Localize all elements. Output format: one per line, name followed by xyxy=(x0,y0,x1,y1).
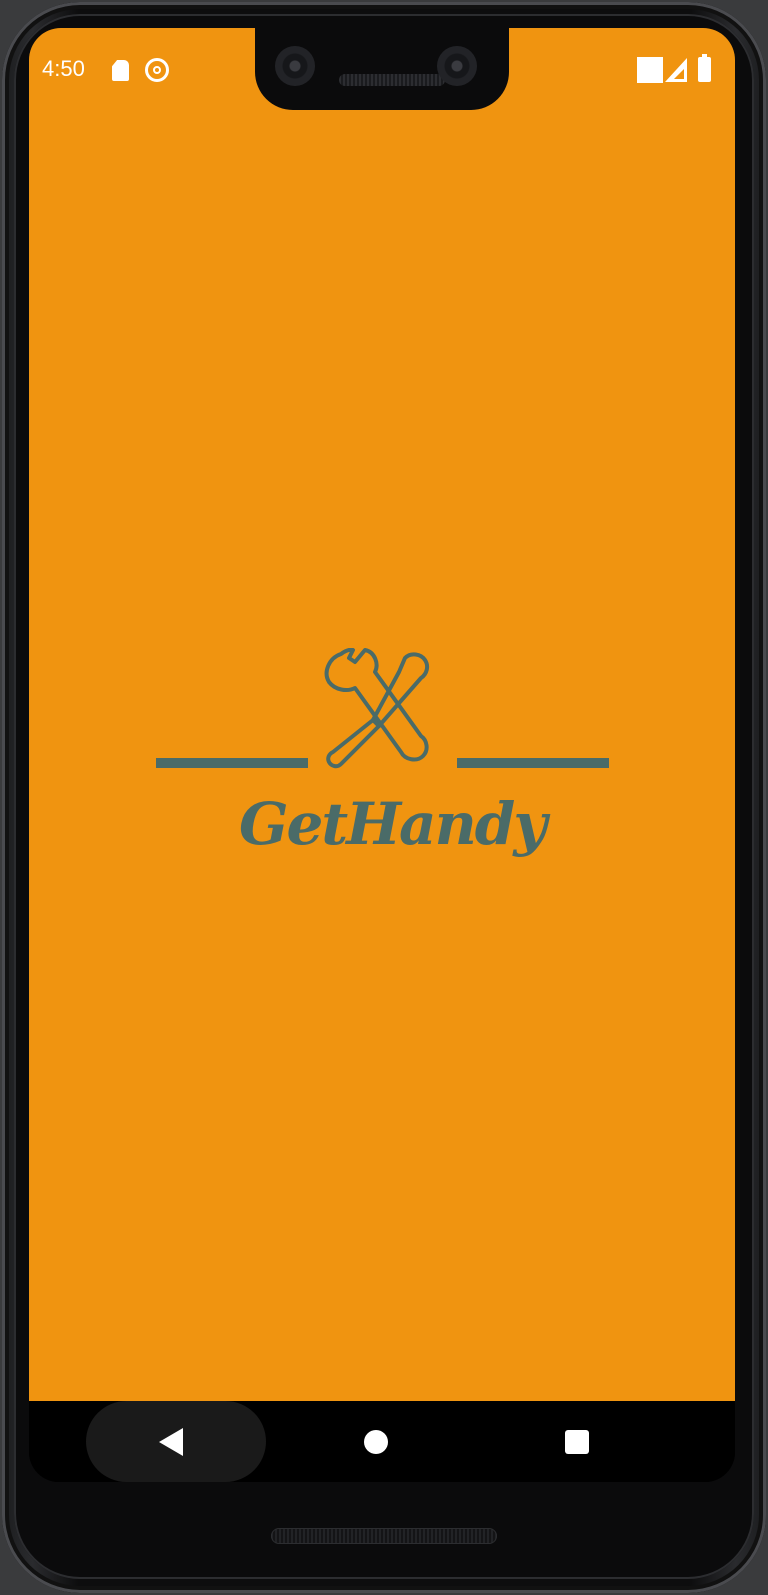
back-icon xyxy=(159,1428,183,1456)
brand-name: GetHandy xyxy=(239,790,547,858)
logo-line-left xyxy=(156,758,308,768)
sd-card-icon xyxy=(112,60,129,81)
home-button[interactable] xyxy=(364,1430,388,1454)
bottom-speaker-grille xyxy=(271,1528,497,1544)
earpiece-speaker xyxy=(339,74,445,86)
front-sensor-icon xyxy=(437,46,477,86)
logo-line-right xyxy=(457,758,609,768)
status-time: 4:50 xyxy=(42,56,85,81)
recents-button[interactable] xyxy=(565,1430,589,1454)
back-button[interactable] xyxy=(86,1401,266,1482)
sync-icon xyxy=(145,58,169,82)
wrench-screwdriver-icon xyxy=(324,648,430,769)
navigation-bar xyxy=(29,1401,735,1482)
camera-notch xyxy=(255,28,509,110)
front-camera-icon xyxy=(275,46,315,86)
device-screen: 4:50 GetHandy xyxy=(29,28,735,1482)
cell-signal-icon xyxy=(665,58,687,82)
wifi-icon xyxy=(637,57,663,83)
battery-icon xyxy=(698,54,711,82)
splash-screen: 4:50 GetHandy xyxy=(29,28,735,1401)
